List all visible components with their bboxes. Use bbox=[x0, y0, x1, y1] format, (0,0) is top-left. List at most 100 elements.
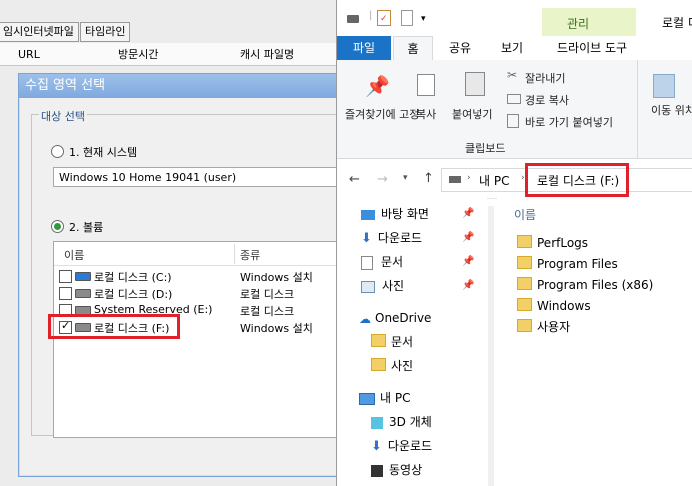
paste-label[interactable]: 붙여넣기 bbox=[452, 106, 492, 122]
file-list: 이름 PerfLogs Program Files Program Files … bbox=[497, 198, 692, 486]
cube-icon bbox=[371, 416, 383, 429]
col-cache-file[interactable]: 캐시 파일명 bbox=[240, 45, 294, 64]
nav-this-pc[interactable]: 내 PC bbox=[359, 388, 410, 408]
tab-share[interactable]: 공유 bbox=[449, 36, 471, 60]
col-type[interactable]: 종류 bbox=[240, 247, 260, 263]
nav-pc-downloads[interactable]: ⬇ 다운로드 bbox=[371, 436, 432, 456]
col-name[interactable]: 이름 bbox=[514, 206, 536, 223]
paste-shortcut-icon[interactable] bbox=[507, 114, 519, 128]
list-item[interactable]: Program Files (x86) bbox=[517, 275, 653, 295]
folder-icon bbox=[517, 277, 532, 290]
tab-timeline[interactable]: 타임라인 bbox=[80, 22, 131, 42]
windows-drive-icon bbox=[75, 272, 91, 281]
radio-volume[interactable] bbox=[51, 220, 64, 233]
computer-icon bbox=[359, 392, 375, 405]
copy-path-icon[interactable] bbox=[507, 94, 521, 104]
volume-checkbox[interactable] bbox=[59, 270, 72, 283]
list-item[interactable]: 로컬 디스크 (C:) Windows 설치 bbox=[54, 268, 349, 285]
folder-icon bbox=[517, 256, 532, 269]
radio-current-system[interactable] bbox=[51, 145, 64, 158]
nav-documents[interactable]: 문서 bbox=[361, 252, 403, 272]
breadcrumb-separator-icon: › bbox=[467, 173, 471, 183]
nav-downloads[interactable]: ⬇ 다운로드 bbox=[361, 228, 422, 248]
recent-locations-chevron-icon[interactable]: ▾ bbox=[403, 173, 408, 183]
paste-shortcut-label[interactable]: 바로 가기 붙여넣기 bbox=[525, 114, 613, 130]
properties-icon[interactable]: ✓ bbox=[377, 10, 391, 26]
col-name[interactable]: 이름 bbox=[64, 247, 84, 263]
tab-drive-tools[interactable]: 드라이브 도구 bbox=[557, 36, 627, 60]
pin-icon[interactable]: 📌 bbox=[462, 208, 474, 219]
volume-type: Windows 설치 bbox=[240, 271, 313, 284]
new-folder-icon[interactable] bbox=[401, 10, 413, 26]
quick-access-toolbar: | ✓ ▾ 관리 로컬 디 bbox=[337, 0, 692, 36]
col-visit-time[interactable]: 방문시간 bbox=[118, 45, 158, 64]
pin-icon[interactable]: 📌 bbox=[365, 74, 390, 98]
header-divider bbox=[234, 244, 235, 264]
highlight-box-volume-f bbox=[48, 314, 180, 339]
folder-icon bbox=[517, 319, 532, 332]
dialog-title: 수집 영역 선택 bbox=[19, 74, 344, 98]
copy-path-label[interactable]: 경로 복사 bbox=[525, 92, 569, 108]
col-url[interactable]: URL bbox=[18, 45, 40, 64]
scissors-icon[interactable]: ✂ bbox=[507, 68, 517, 82]
nav-onedrive-pictures[interactable]: 사진 bbox=[371, 356, 413, 376]
volume-type: Windows 설치 bbox=[240, 322, 313, 335]
back-icon[interactable]: ← bbox=[349, 172, 360, 187]
move-to-label[interactable]: 이동 위치 bbox=[651, 104, 692, 118]
pin-icon[interactable]: 📌 bbox=[462, 280, 474, 291]
context-tab-manage: 관리 bbox=[567, 17, 590, 31]
breadcrumb-root[interactable]: 내 PC bbox=[479, 172, 509, 189]
nav-onedrive-documents[interactable]: 문서 bbox=[371, 332, 413, 352]
list-item[interactable]: Windows bbox=[517, 296, 591, 316]
nav-pictures[interactable]: 사진 bbox=[361, 276, 404, 296]
volume-checkbox[interactable] bbox=[59, 287, 72, 300]
list-item[interactable]: 사용자 bbox=[517, 317, 570, 337]
up-icon[interactable]: ↑ bbox=[423, 171, 434, 186]
volume-name: 로컬 디스크 (C:) bbox=[94, 271, 172, 284]
move-to-icon[interactable] bbox=[653, 74, 675, 98]
pin-label[interactable]: 즐겨찾기에 고정 bbox=[345, 106, 419, 122]
document-icon bbox=[361, 255, 373, 270]
download-icon: ⬇ bbox=[371, 438, 382, 454]
window-title: 로컬 디 bbox=[662, 16, 692, 30]
folder-icon bbox=[517, 235, 532, 248]
desktop-icon bbox=[361, 209, 375, 220]
copy-icon[interactable] bbox=[417, 74, 435, 96]
system-select[interactable]: Windows 10 Home 19041 (user) bbox=[53, 167, 348, 187]
group-clipboard-label: 클립보드 bbox=[465, 142, 506, 155]
option-current-label: 1. 현재 시스템 bbox=[69, 146, 138, 159]
file-explorer-window: | ✓ ▾ 관리 로컬 디 파일 홈 공유 보기 드라이브 도구 📌 즐겨찾기에… bbox=[336, 0, 692, 486]
group-label: 대상 선택 bbox=[39, 108, 87, 124]
list-item[interactable]: Program Files bbox=[517, 254, 618, 274]
nav-onedrive[interactable]: ☁ OneDrive bbox=[359, 308, 431, 328]
forward-icon[interactable]: → bbox=[377, 172, 388, 187]
paste-icon[interactable] bbox=[465, 72, 485, 96]
download-icon: ⬇ bbox=[361, 230, 372, 246]
cloud-icon: ☁ bbox=[359, 311, 371, 326]
drive-icon bbox=[75, 289, 91, 298]
tab-home[interactable]: 홈 bbox=[393, 36, 433, 61]
nav-3d-objects[interactable]: 3D 개체 bbox=[371, 412, 432, 432]
folder-icon bbox=[517, 298, 532, 311]
nav-videos[interactable]: 동영상 bbox=[371, 460, 422, 480]
cut-label[interactable]: 잘라내기 bbox=[525, 70, 565, 86]
tab-file[interactable]: 파일 bbox=[337, 36, 391, 60]
copy-label[interactable]: 복사 bbox=[416, 106, 436, 122]
tab-temp-internet-files[interactable]: 임시인터넷파일 bbox=[0, 22, 79, 42]
address-bar-row: ← → ▾ ↑ › 내 PC › 로컬 디스크 (F:) bbox=[337, 160, 692, 199]
pictures-icon bbox=[361, 280, 375, 293]
chevron-down-icon[interactable]: ▾ bbox=[421, 14, 426, 24]
folder-icon bbox=[371, 334, 386, 347]
volume-type: 로컬 디스크 bbox=[240, 288, 295, 301]
list-item[interactable]: 로컬 디스크 (D:) 로컬 디스크 bbox=[54, 285, 349, 302]
pin-icon[interactable]: 📌 bbox=[462, 256, 474, 267]
highlight-box-address bbox=[525, 163, 629, 197]
nav-scrollbar[interactable] bbox=[488, 206, 494, 486]
tab-view[interactable]: 보기 bbox=[501, 36, 523, 60]
list-item[interactable]: PerfLogs bbox=[517, 233, 588, 253]
pin-icon[interactable]: 📌 bbox=[462, 232, 474, 243]
nav-desktop[interactable]: 바탕 화면 bbox=[361, 204, 429, 224]
navigation-pane: 바탕 화면 📌 ⬇ 다운로드 📌 문서 📌 사진 📌 ☁ OneDrive 문서 사… bbox=[337, 198, 487, 486]
separator: | bbox=[369, 10, 373, 21]
video-icon bbox=[371, 464, 383, 477]
